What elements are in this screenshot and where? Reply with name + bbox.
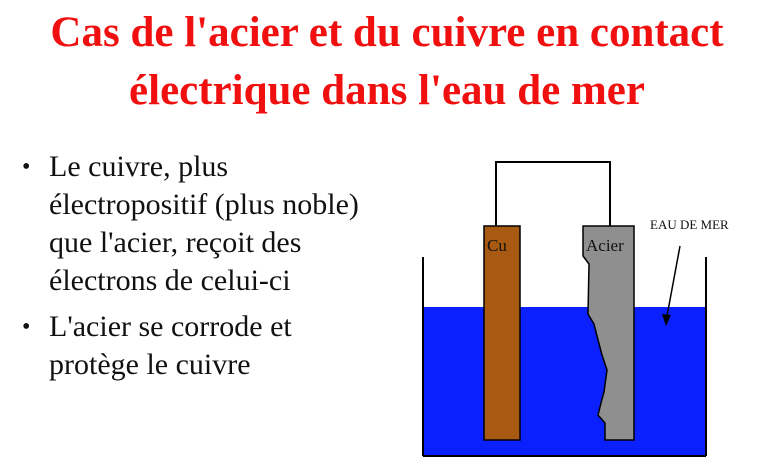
seawater-label: EAU DE MER <box>650 217 729 232</box>
steel-label: Acier <box>586 236 624 255</box>
galvanic-cell-diagram: Cu Acier EAU DE MER <box>422 161 729 457</box>
seawater-arrow-line <box>666 245 681 317</box>
copper-electrode <box>483 225 521 441</box>
seawater-area <box>423 307 706 456</box>
connecting-wire <box>495 161 611 226</box>
copper-label: Cu <box>487 236 507 255</box>
